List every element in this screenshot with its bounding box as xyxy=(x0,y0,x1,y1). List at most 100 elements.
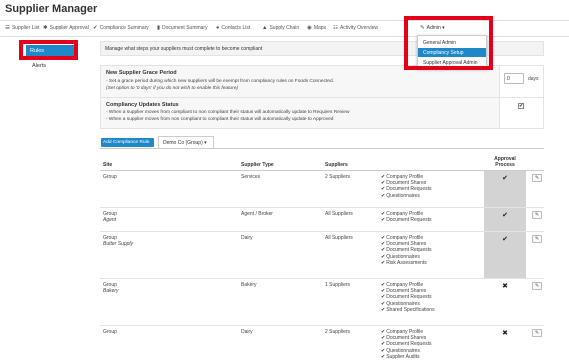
globe-icon: ◉ xyxy=(307,25,312,31)
list-icon: ☰ xyxy=(5,25,10,31)
requirement-label: Company Profile xyxy=(386,234,424,241)
updates-status-control: ✔ xyxy=(499,98,543,128)
site-cell: Group Agent xyxy=(100,206,238,231)
nav-supply-chain[interactable]: ▲ Supply Chain xyxy=(262,25,299,31)
requirement-item: ✔Risk Assessments xyxy=(381,260,481,266)
col-suppliers: Suppliers xyxy=(322,150,378,171)
check-icon: ✔ xyxy=(381,341,386,348)
nav-supplier-approval[interactable]: ✱ Supplier Approval xyxy=(43,25,89,31)
updates-status-checkbox[interactable]: ✔ xyxy=(518,103,524,109)
requirement-label: Document Shares xyxy=(386,240,427,247)
check-icon: ✔ xyxy=(381,260,386,267)
sitemap-icon: ▲ xyxy=(262,25,268,31)
nav-label: Supplier Approval xyxy=(49,25,89,31)
requirement-label: Document Requests xyxy=(386,216,432,223)
edit-cell: ✎ xyxy=(526,324,544,364)
check-icon: ✔ xyxy=(381,216,386,223)
nav-label: Activity Overview xyxy=(339,25,378,31)
approval-status: ✔ xyxy=(484,230,526,278)
nav-label: Document Summary xyxy=(162,25,208,31)
edit-icon[interactable]: ✎ xyxy=(532,328,542,337)
table-header-row: Site Supplier Type Suppliers Approval Pr… xyxy=(100,150,544,171)
check-icon: ✔ xyxy=(381,247,386,254)
table-row: Group Agent Agent / Broker All Suppliers ✔Co… xyxy=(100,206,544,231)
edit-cell: ✎ xyxy=(526,206,544,231)
check-icon: ✔ xyxy=(381,354,386,361)
suppliers-cell: 2 Suppliers xyxy=(322,324,378,364)
add-compliance-rule-button[interactable]: Add Compliance Rule xyxy=(101,138,154,147)
grace-days-input[interactable]: 0 xyxy=(504,73,524,84)
requirement-label: Questionnaires xyxy=(386,347,420,354)
col-site: Site xyxy=(100,150,238,171)
rules-table: Site Supplier Type Suppliers Approval Pr… xyxy=(100,150,544,364)
grace-period-note: (Set option to '0 days' if you do not wi… xyxy=(106,86,238,91)
approval-status: ✖ xyxy=(484,324,526,364)
check-icon: ✔ xyxy=(381,234,386,241)
requirement-label: Document Requests xyxy=(386,247,432,254)
updates-status-line2: - When a supplier moves from non complia… xyxy=(106,117,334,122)
highlight-rules xyxy=(19,40,78,60)
requirement-item: ✔Supplier Audits xyxy=(381,354,481,360)
requirement-label: Company Profile xyxy=(386,328,424,335)
nav-activity-overview[interactable]: ☷ Activity Overview xyxy=(333,25,378,31)
site-cell: Group Butter Supply xyxy=(100,230,238,278)
requirements-cell: ✔Company Profile ✔Document Shares ✔Documen… xyxy=(378,169,484,207)
requirement-label: Document Requests xyxy=(386,186,432,193)
nav-label: Maps xyxy=(313,25,327,31)
check-icon: ✔ xyxy=(381,287,386,294)
check-icon: ✔ xyxy=(93,25,98,31)
nav-document-summary[interactable]: ▮ Document Summary xyxy=(157,25,208,31)
nav-maps[interactable]: ◉ Maps xyxy=(307,25,326,31)
site-subgroup: Agent xyxy=(103,216,117,223)
tab-group-selector[interactable]: Demo Co (Group) ▾ xyxy=(158,136,214,148)
requirement-label: Shared Specifications xyxy=(386,307,435,314)
nav-contacts-list[interactable]: ● Contacts List xyxy=(216,25,250,31)
supplier-type-cell: Services xyxy=(238,169,322,207)
sidebar-item-alerts[interactable]: Alerts xyxy=(32,63,46,69)
col-requirements xyxy=(378,150,484,171)
tab-divider xyxy=(100,148,544,149)
check-icon: ✔ xyxy=(381,307,386,314)
requirement-label: Company Profile xyxy=(386,281,424,288)
edit-icon[interactable]: ✎ xyxy=(532,234,542,243)
check-icon: ✔ xyxy=(381,253,386,260)
supplier-type-cell: Agent / Broker xyxy=(238,206,322,231)
requirement-label: Questionnaires xyxy=(386,300,420,307)
sidebar: Rules Alerts xyxy=(0,37,92,364)
col-supplier-type: Supplier Type xyxy=(238,150,322,171)
site-cell: Group xyxy=(100,324,238,364)
requirement-item: ✔Document Requests xyxy=(381,217,481,223)
edit-icon[interactable]: ✎ xyxy=(532,173,542,182)
suppliers-cell: 2 Suppliers xyxy=(322,169,378,207)
check-icon: ✔ xyxy=(381,347,386,354)
check-icon: ✔ xyxy=(381,300,386,307)
edit-icon[interactable]: ✎ xyxy=(532,210,542,219)
supplier-type-cell: Dairy xyxy=(238,230,322,278)
check-icon: ✔ xyxy=(381,294,386,301)
check-icon: ✔ xyxy=(381,192,386,199)
site-name: Group xyxy=(103,328,117,335)
check-icon: ✔ xyxy=(381,179,386,186)
site-subgroup: Bakery xyxy=(103,287,119,294)
check-icon: ✔ xyxy=(381,240,386,247)
requirement-label: Company Profile xyxy=(386,173,424,180)
nav-compliance-summary[interactable]: ✔ Compliance Summary xyxy=(93,25,149,31)
col-approval-process: Approval Process xyxy=(484,150,526,171)
edit-cell: ✎ xyxy=(526,277,544,325)
requirement-label: Supplier Audits xyxy=(386,354,420,361)
nav-supplier-list[interactable]: ☰ Supplier List xyxy=(5,25,39,31)
updates-status-line1: - When a supplier moves from compliant t… xyxy=(106,110,350,115)
suppliers-cell: All Suppliers xyxy=(322,230,378,278)
supplier-type-cell: Dairy xyxy=(238,324,322,364)
col-edit xyxy=(526,150,544,171)
requirement-item: ✔Questionnaires xyxy=(381,193,481,199)
app-title: Supplier Manager xyxy=(5,3,98,15)
requirements-cell: ✔Company Profile ✔Document Requests xyxy=(378,206,484,231)
check-icon: ✔ xyxy=(381,186,386,193)
requirement-label: Document Shares xyxy=(386,334,427,341)
edit-icon[interactable]: ✎ xyxy=(532,281,542,290)
grace-period-control: 0 days xyxy=(499,66,543,97)
requirement-label: Questionnaires xyxy=(386,192,420,199)
site-subgroup: Butter Supply xyxy=(103,240,134,247)
user-icon: ● xyxy=(216,25,220,31)
